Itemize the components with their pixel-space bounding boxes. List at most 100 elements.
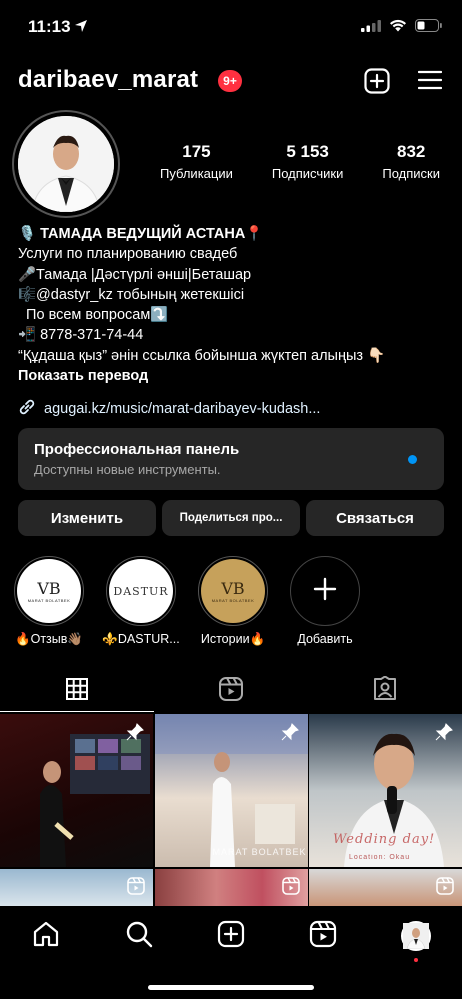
pinned-icon (434, 722, 454, 747)
pro-panel-title: Профессиональная панель (34, 441, 240, 458)
status-time: 11:13 (28, 17, 71, 36)
professional-dashboard-panel[interactable]: Профессиональная панель Доступны новые и… (18, 428, 444, 490)
bio-name: 🎙️ ТАМАДА ВЕДУЩИЙ АСТАНА📍 (18, 226, 264, 242)
stat-posts-value: 175 (182, 142, 211, 161)
profile-stats: 175 Публикации 5 153 Подписчики 832 Подп… (160, 142, 440, 181)
location-text: Location: Okau (349, 854, 411, 861)
post-thumbnail[interactable] (309, 868, 462, 909)
post-watermark: MARAT BOLATBEK (212, 847, 307, 857)
profile-header: daribaev_marat 9+ (0, 62, 462, 102)
tab-posts-grid[interactable] (0, 670, 154, 712)
edit-profile-button[interactable]: Изменить (18, 500, 156, 536)
post-thumbnail[interactable] (0, 714, 153, 867)
highlight-label: 🔥Отзыв👋🏽 (15, 632, 83, 646)
add-highlight-circle (290, 556, 360, 626)
pro-panel-subtitle: Доступны новые инструменты. (34, 462, 221, 477)
notifications-badge[interactable]: 9+ (218, 70, 242, 92)
highlight-item[interactable]: VB MARAT BOLATBEK Истории🔥 (194, 556, 272, 647)
highlight-cover: DASTUR (109, 559, 173, 623)
post-thumbnail[interactable] (0, 868, 153, 909)
profile-avatar-small (400, 921, 431, 951)
signal-icon (361, 19, 381, 37)
dastur-logo: DASTUR (113, 584, 169, 598)
nav-reels[interactable] (298, 918, 348, 954)
home-icon (32, 920, 60, 953)
nav-profile[interactable] (391, 918, 441, 962)
bio-line: “Құдаша қыз” әнін ссылка бойынша жүктеп … (18, 347, 386, 364)
stat-following[interactable]: 832 Подписки (382, 142, 440, 181)
highlight-item[interactable]: VB MARAT BOLATBEK 🔥Отзыв👋🏽 (10, 556, 88, 647)
nav-search[interactable] (114, 918, 164, 954)
search-icon (125, 920, 153, 953)
nav-home[interactable] (21, 918, 71, 954)
hamburger-menu-icon[interactable] (417, 70, 443, 95)
profile-avatar[interactable] (12, 110, 120, 218)
add-highlight-button[interactable]: Добавить (286, 556, 364, 647)
wedding-text: Wedding day! (333, 832, 436, 847)
profile-bio: 🎙️ ТАМАДА ВЕДУЩИЙ АСТАНА📍 Услуги по план… (18, 224, 448, 386)
share-profile-button[interactable]: Поделиться про... (162, 500, 300, 536)
show-translation-link[interactable]: Показать перевод (18, 366, 448, 386)
new-indicator-dot (408, 455, 417, 464)
nav-create[interactable] (206, 918, 256, 954)
stat-followers-label: Подписчики (271, 166, 344, 181)
stat-following-value: 832 (396, 142, 426, 161)
posts-grid: MARAT BOLATBEK Wedding day! Location: Ok… (0, 714, 462, 909)
plus-icon (313, 577, 337, 606)
pinned-icon (125, 722, 145, 747)
bio-line: 📲 8778-371-74-44 (18, 327, 144, 344)
battery-icon (415, 19, 442, 37)
tab-reels[interactable] (154, 670, 308, 712)
grid-icon (65, 677, 89, 706)
location-arrow-icon (74, 19, 88, 38)
highlight-ring: VB MARAT BOLATBEK (198, 556, 268, 626)
highlight-label: Истории🔥 (200, 632, 266, 646)
vb-logo-sub: MARAT BOLATBEK (211, 598, 255, 603)
stat-posts[interactable]: 175 Публикации (160, 142, 233, 181)
bio-line: По всем вопросам⤵️ (18, 307, 169, 324)
create-post-icon[interactable] (364, 68, 390, 99)
highlight-item[interactable]: DASTUR ⚜️DASTUR... (102, 556, 180, 647)
vb-logo: VB (221, 579, 245, 598)
stat-posts-label: Публикации (160, 166, 233, 181)
avatar-photo (18, 116, 114, 212)
vb-logo: VB (37, 579, 61, 598)
tagged-person-icon (372, 675, 398, 707)
link-icon (18, 398, 36, 420)
highlight-ring: DASTUR (106, 556, 176, 626)
status-indicators (361, 19, 442, 37)
story-highlights: VB MARAT BOLATBEK 🔥Отзыв👋🏽 DASTUR ⚜️DAST… (10, 556, 364, 647)
highlight-ring: VB MARAT BOLATBEK (14, 556, 84, 626)
link-text: agugai.kz/music/marat-daribayev-kudash..… (44, 401, 321, 417)
bio-line[interactable]: 🎼@dastyr_kz тобының жетекшісі (18, 285, 448, 305)
reels-icon (218, 676, 244, 707)
reel-icon (436, 876, 454, 900)
vb-logo-sub: MARAT BOLATBEK (27, 598, 71, 603)
notification-dot (413, 958, 418, 962)
post-thumbnail[interactable]: Wedding day! Location: Okau (309, 714, 462, 867)
stat-followers-value: 5 153 (286, 142, 329, 161)
status-bar: 11:13 (0, 0, 462, 54)
bio-line: 🎤Тамада |Дәстүрлі әнші|Беташар (18, 266, 252, 283)
highlight-label: ⚜️DASTUR... (102, 632, 180, 646)
wifi-icon (389, 19, 407, 37)
highlight-cover: VB MARAT BOLATBEK (17, 559, 81, 623)
reel-icon (281, 876, 300, 900)
highlight-cover: VB MARAT BOLATBEK (201, 559, 265, 623)
username[interactable]: daribaev_marat (18, 66, 198, 94)
pinned-icon (280, 722, 300, 747)
contact-button[interactable]: Связаться (306, 500, 444, 536)
post-thumbnail[interactable]: MARAT BOLATBEK (154, 714, 308, 867)
reels-icon (309, 920, 337, 953)
bio-external-link[interactable]: agugai.kz/music/marat-daribayev-kudash..… (18, 398, 320, 420)
stat-followers[interactable]: 5 153 Подписчики (272, 142, 344, 181)
tab-tagged[interactable] (308, 670, 462, 712)
reel-icon (127, 876, 145, 900)
stat-following-label: Подписки (382, 166, 440, 181)
home-indicator (148, 985, 314, 990)
create-icon (217, 920, 245, 953)
post-thumbnail[interactable] (154, 868, 308, 909)
profile-action-buttons: Изменить Поделиться про... Связаться (18, 500, 444, 536)
bio-category: Услуги по планированию свадеб (18, 246, 238, 263)
highlight-label: Добавить (297, 632, 353, 646)
